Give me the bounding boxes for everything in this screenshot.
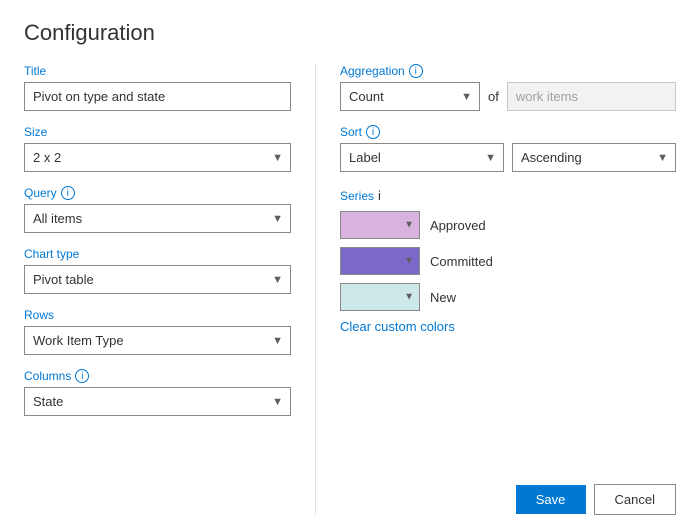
sort-label: Sort i xyxy=(340,125,676,139)
series-color-new: ▼ xyxy=(340,283,420,311)
series-name-new: New xyxy=(430,290,456,305)
sort-order-select[interactable]: Ascending Descending xyxy=(512,143,676,172)
sort-order-select-wrapper: Ascending Descending ▼ xyxy=(512,143,676,172)
aggregation-select-wrapper: Count Sum Average ▼ xyxy=(340,82,480,111)
query-field-group: Query i All items My work items Current … xyxy=(24,186,291,233)
rows-field-group: Rows Work Item Type State Assigned To ▼ xyxy=(24,308,291,355)
series-swatch-new[interactable] xyxy=(340,283,420,311)
chart-type-label: Chart type xyxy=(24,247,291,261)
series-section: Series i ▼ Approved ▼ Committed xyxy=(340,188,676,334)
aggregation-select[interactable]: Count Sum Average xyxy=(340,82,480,111)
columns-select-wrapper: State Work Item Type Assigned To ▼ xyxy=(24,387,291,416)
aggregation-field-group: Aggregation i Count Sum Average ▼ of wor… xyxy=(340,64,676,111)
aggregation-info-icon[interactable]: i xyxy=(409,64,423,78)
title-field-group: Title xyxy=(24,64,291,111)
sort-info-icon[interactable]: i xyxy=(366,125,380,139)
cancel-button[interactable]: Cancel xyxy=(594,484,676,515)
series-name-approved: Approved xyxy=(430,218,486,233)
series-label: Series xyxy=(340,189,374,203)
series-item-committed: ▼ Committed xyxy=(340,247,676,275)
page-title: Configuration xyxy=(24,20,676,46)
series-info-icon[interactable]: i xyxy=(378,188,381,203)
title-label: Title xyxy=(24,64,291,78)
series-swatch-approved[interactable] xyxy=(340,211,420,239)
series-header: Series i xyxy=(340,188,676,203)
columns-field-group: Columns i State Work Item Type Assigned … xyxy=(24,369,291,416)
size-select-wrapper: 2 x 2 1 x 1 3 x 3 ▼ xyxy=(24,143,291,172)
series-swatch-committed[interactable] xyxy=(340,247,420,275)
query-select[interactable]: All items My work items Current iteratio… xyxy=(24,204,291,233)
of-label: of xyxy=(488,89,499,104)
rows-select-wrapper: Work Item Type State Assigned To ▼ xyxy=(24,326,291,355)
chart-type-select-wrapper: Pivot table Bar Column Pie ▼ xyxy=(24,265,291,294)
columns-info-icon[interactable]: i xyxy=(75,369,89,383)
series-item-approved: ▼ Approved xyxy=(340,211,676,239)
aggregation-row: Count Sum Average ▼ of work items i xyxy=(340,82,676,111)
sort-by-select-wrapper: Label Count ▼ xyxy=(340,143,504,172)
footer: Save Cancel xyxy=(340,468,676,515)
size-field-group: Size 2 x 2 1 x 1 3 x 3 ▼ xyxy=(24,125,291,172)
save-button[interactable]: Save xyxy=(516,485,586,514)
size-select[interactable]: 2 x 2 1 x 1 3 x 3 xyxy=(24,143,291,172)
sort-by-select[interactable]: Label Count xyxy=(340,143,504,172)
aggregation-label: Aggregation i xyxy=(340,64,676,78)
chart-type-select[interactable]: Pivot table Bar Column Pie xyxy=(24,265,291,294)
columns-select[interactable]: State Work Item Type Assigned To xyxy=(24,387,291,416)
query-label: Query i xyxy=(24,186,291,200)
series-item-new: ▼ New xyxy=(340,283,676,311)
of-input: work items xyxy=(507,82,676,111)
title-input[interactable] xyxy=(24,82,291,111)
series-color-approved: ▼ xyxy=(340,211,420,239)
query-info-icon[interactable]: i xyxy=(61,186,75,200)
clear-colors-link[interactable]: Clear custom colors xyxy=(340,319,455,334)
chart-type-field-group: Chart type Pivot table Bar Column Pie ▼ xyxy=(24,247,291,294)
rows-label: Rows xyxy=(24,308,291,322)
rows-select[interactable]: Work Item Type State Assigned To xyxy=(24,326,291,355)
query-select-wrapper: All items My work items Current iteratio… xyxy=(24,204,291,233)
sort-row: Label Count ▼ Ascending Descending ▼ xyxy=(340,143,676,172)
size-label: Size xyxy=(24,125,291,139)
series-name-committed: Committed xyxy=(430,254,493,269)
series-color-committed: ▼ xyxy=(340,247,420,275)
columns-label: Columns i xyxy=(24,369,291,383)
sort-field-group: Sort i Label Count ▼ Ascending D xyxy=(340,125,676,172)
